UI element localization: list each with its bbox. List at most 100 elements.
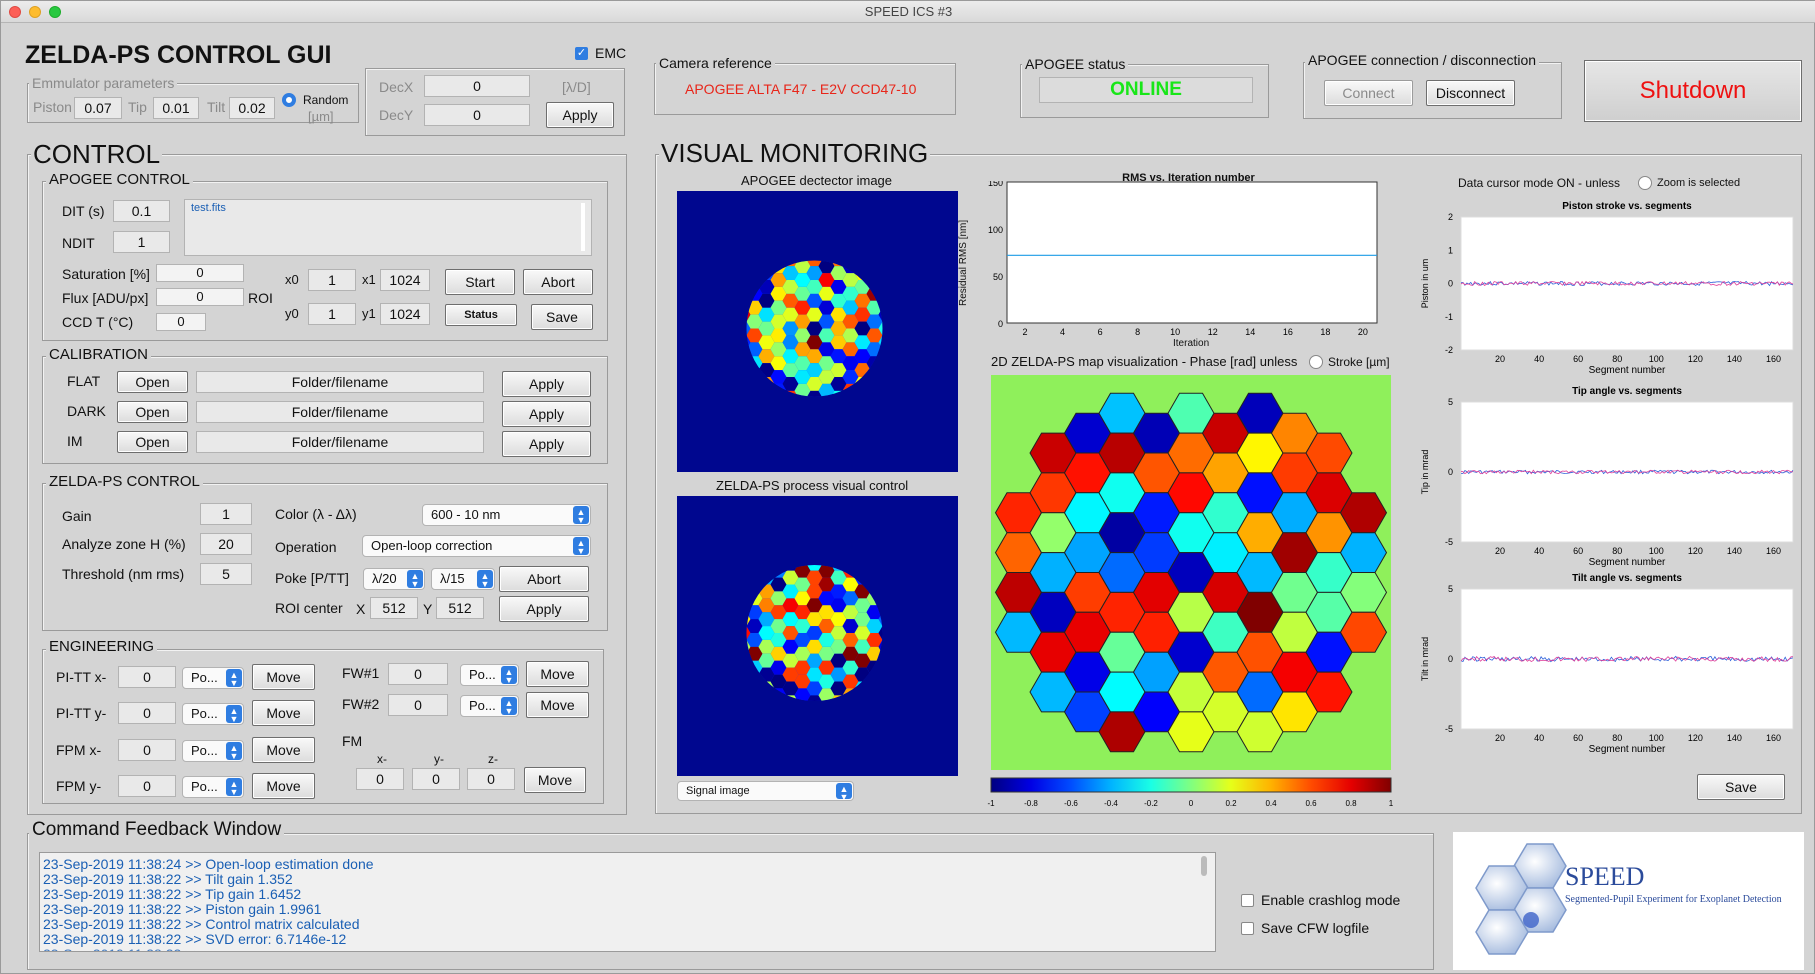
roi-y-field[interactable]: 512 bbox=[436, 597, 484, 619]
ndit-field[interactable]: 1 bbox=[113, 231, 170, 253]
engineering-row-field[interactable]: 0 bbox=[118, 666, 176, 688]
zoom-radio[interactable] bbox=[1638, 176, 1652, 190]
calibration-apply-button[interactable]: Apply bbox=[502, 401, 591, 427]
filename-scrollbar[interactable] bbox=[581, 203, 585, 251]
cfw-checkbox[interactable] bbox=[1241, 922, 1254, 935]
fw-move-button[interactable]: Move bbox=[526, 692, 589, 718]
poke-p-value: λ/20 bbox=[372, 571, 397, 586]
piston-plot[interactable]: Piston stroke vs. segments 2 1 0 -1 -2 20 40 60 8… bbox=[1416, 199, 1796, 379]
engineering-move-button[interactable]: Move bbox=[252, 700, 315, 726]
x0-label: x0 bbox=[285, 272, 299, 287]
feedback-log[interactable]: 23-Sep-2019 11:38:24 >> Open-loop estima… bbox=[39, 852, 1216, 952]
disconnect-button[interactable]: Disconnect bbox=[1426, 80, 1515, 106]
engineering-move-button[interactable]: Move bbox=[252, 737, 315, 763]
engineering-row-field[interactable]: 0 bbox=[118, 702, 176, 724]
signal-image-select[interactable]: Signal image ▲ ▼ bbox=[677, 781, 854, 801]
gain-field[interactable]: 1 bbox=[200, 503, 252, 525]
emc-checkbox[interactable]: ✓ bbox=[575, 47, 588, 60]
poke-tt-select[interactable]: λ/15 ▲ ▼ bbox=[431, 568, 495, 590]
engineering-row-select[interactable]: Po... ▲ ▼ bbox=[182, 740, 244, 762]
stroke-radio[interactable] bbox=[1309, 355, 1323, 369]
calibration-apply-button[interactable]: Apply bbox=[502, 431, 591, 457]
maximize-window-icon[interactable] bbox=[49, 6, 61, 18]
x0-field[interactable]: 1 bbox=[308, 269, 356, 291]
random-radio[interactable] bbox=[282, 93, 296, 107]
shutdown-button[interactable]: Shutdown bbox=[1584, 60, 1802, 122]
fm-move-button[interactable]: Move bbox=[524, 767, 586, 793]
segment-xtick: 60 bbox=[1573, 546, 1583, 556]
operation-select[interactable]: Open-loop correction ▲ ▼ bbox=[362, 535, 591, 557]
feedback-title: Command Feedback Window bbox=[29, 819, 285, 841]
apogee-save-button[interactable]: Save bbox=[531, 304, 593, 330]
segment-ytick: -2 bbox=[1445, 345, 1453, 355]
piston-field[interactable]: 0.07 bbox=[74, 97, 122, 119]
fm-y-field[interactable]: 0 bbox=[412, 768, 460, 790]
calibration-path-field[interactable]: Folder/filename bbox=[196, 431, 484, 453]
y0-field[interactable]: 1 bbox=[308, 303, 356, 325]
calibration-open-button[interactable]: Open bbox=[117, 431, 188, 453]
color-select[interactable]: 600 - 10 nm ▲ ▼ bbox=[422, 504, 591, 526]
fw-row-field[interactable]: 0 bbox=[388, 663, 448, 685]
engineering-move-button[interactable]: Move bbox=[252, 664, 315, 690]
engineering-move-button[interactable]: Move bbox=[252, 773, 315, 799]
dit-field[interactable]: 0.1 bbox=[113, 200, 170, 222]
decy-field[interactable]: 0 bbox=[424, 104, 530, 126]
tip-plot[interactable]: Tip angle vs. segments 5 0 -5 20 40 60 80 100 120… bbox=[1416, 384, 1796, 569]
start-button[interactable]: Start bbox=[445, 269, 515, 295]
calibration-apply-button[interactable]: Apply bbox=[502, 371, 591, 397]
minimize-window-icon[interactable] bbox=[29, 6, 41, 18]
segment-ytick: -1 bbox=[1445, 312, 1453, 322]
zone-field[interactable]: 20 bbox=[200, 533, 252, 555]
poke-p-select[interactable]: λ/20 ▲ ▼ bbox=[363, 568, 425, 590]
zelda-abort-button[interactable]: Abort bbox=[499, 566, 589, 592]
engineering-select-value: Po... bbox=[191, 743, 218, 758]
calibration-open-button[interactable]: Open bbox=[117, 371, 188, 393]
fm-z-field[interactable]: 0 bbox=[467, 768, 515, 790]
engineering-row-select[interactable]: Po... ▲ ▼ bbox=[182, 703, 244, 725]
fw-move-button[interactable]: Move bbox=[526, 661, 589, 687]
apogee-detector-image[interactable] bbox=[677, 191, 958, 472]
flux-label: Flux [ADU/px] bbox=[62, 290, 149, 306]
segment-xtick: 20 bbox=[1495, 546, 1505, 556]
tilt-field[interactable]: 0.02 bbox=[229, 97, 275, 119]
chevron-updown-icon: ▲ ▼ bbox=[226, 778, 242, 797]
status-button[interactable]: Status bbox=[445, 304, 517, 326]
close-window-icon[interactable] bbox=[9, 6, 21, 18]
calibration-path-field[interactable]: Folder/filename bbox=[196, 371, 484, 393]
segment-xtick: 140 bbox=[1727, 354, 1742, 364]
engineering-select-value: Po... bbox=[191, 670, 218, 685]
fw-row-select[interactable]: Po... ▲ ▼ bbox=[460, 664, 519, 686]
rms-xtick: 6 bbox=[1098, 327, 1103, 337]
engineering-row-field[interactable]: 0 bbox=[118, 739, 176, 761]
threshold-field[interactable]: 5 bbox=[200, 563, 252, 585]
tip-field[interactable]: 0.01 bbox=[153, 97, 199, 119]
calibration-open-button[interactable]: Open bbox=[117, 401, 188, 423]
connect-button[interactable]: Connect bbox=[1324, 80, 1413, 106]
dec-apply-button[interactable]: Apply bbox=[546, 102, 614, 128]
x1-field[interactable]: 1024 bbox=[380, 269, 430, 291]
engineering-row-select[interactable]: Po... ▲ ▼ bbox=[182, 776, 244, 798]
y1-field[interactable]: 1024 bbox=[380, 303, 430, 325]
rms-plot[interactable]: 2 4 6 8 10 12 14 16 18 20 150 100 50 0 bbox=[956, 181, 1386, 349]
calibration-row-label: IM bbox=[67, 433, 83, 449]
fw-row-select[interactable]: Po... ▲ ▼ bbox=[460, 695, 519, 717]
tilt-plot[interactable]: Tilt angle vs. segments 5 0 -5 20 40 60 80 100 12… bbox=[1416, 571, 1796, 756]
filename-field[interactable]: test.fits bbox=[184, 199, 592, 256]
crashlog-checkbox[interactable] bbox=[1241, 894, 1254, 907]
fm-x-field[interactable]: 0 bbox=[356, 768, 404, 790]
roi-x-field[interactable]: 512 bbox=[370, 597, 418, 619]
engineering-row-select[interactable]: Po... ▲ ▼ bbox=[182, 667, 244, 689]
decx-field[interactable]: 0 bbox=[424, 75, 530, 97]
log-scrollbar[interactable] bbox=[1201, 856, 1207, 876]
calibration-path-field[interactable]: Folder/filename bbox=[196, 401, 484, 423]
rms-plot-area bbox=[1006, 181, 1378, 324]
zoom-label: Zoom is selected bbox=[1657, 177, 1741, 189]
fw-row-field[interactable]: 0 bbox=[388, 694, 448, 716]
zelda-phase-map[interactable] bbox=[991, 375, 1391, 770]
monitoring-save-button[interactable]: Save bbox=[1697, 774, 1785, 800]
zelda-process-image[interactable] bbox=[677, 496, 958, 776]
zelda-apply-button[interactable]: Apply bbox=[499, 596, 589, 622]
rms-xtick: 14 bbox=[1245, 327, 1255, 337]
engineering-row-field[interactable]: 0 bbox=[118, 775, 176, 797]
apogee-abort-button[interactable]: Abort bbox=[523, 269, 593, 295]
